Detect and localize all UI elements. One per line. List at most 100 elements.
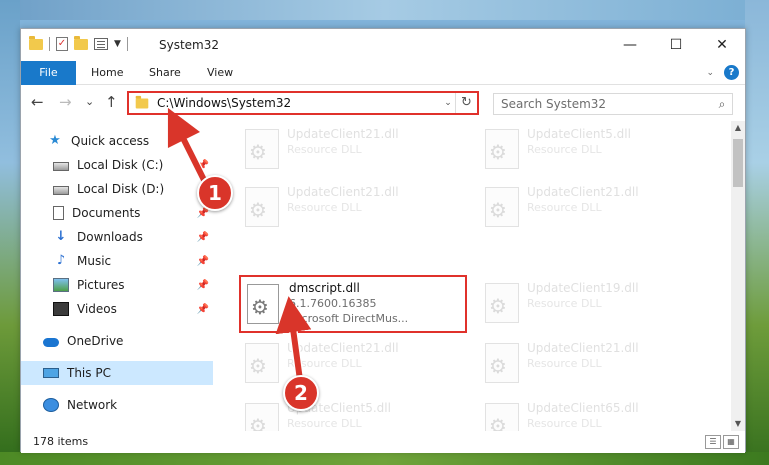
file-description: Microsoft DirectMus... — [289, 312, 409, 325]
pin-icon: 📌 — [196, 279, 209, 291]
scroll-down-arrow-icon[interactable]: ▼ — [731, 417, 745, 431]
network-icon — [43, 398, 59, 412]
file-name: UpdateClient21.dll — [287, 185, 399, 199]
file-tile[interactable]: UpdateClient21.dll Resource DLL — [239, 123, 469, 175]
dll-file-icon — [245, 403, 279, 431]
ribbon-tabs: File Home Share View ⌄ ? — [21, 61, 745, 85]
properties-check-icon[interactable]: ✓ — [56, 37, 68, 51]
file-explorer-window: ✓ ▼ System32 — ☐ ✕ File Home Share View … — [20, 28, 746, 453]
status-bar: 178 items ☰ ▦ — [21, 431, 745, 453]
tab-share[interactable]: Share — [137, 61, 193, 85]
file-name: UpdateClient65.dll — [527, 401, 639, 415]
sidebar-item-label: OneDrive — [67, 334, 124, 348]
dll-file-icon — [485, 187, 519, 227]
close-button[interactable]: ✕ — [699, 29, 745, 61]
address-bar[interactable]: C:\Windows\System32 ⌄ ↻ — [127, 91, 479, 115]
file-tile[interactable]: UpdateClient19.dll Resource DLL — [479, 277, 709, 329]
address-dropdown-chevron-icon[interactable]: ⌄ — [441, 98, 455, 108]
search-box[interactable]: Search System32 ⌕ — [493, 93, 733, 115]
sidebar-item-local-disk-c[interactable]: Local Disk (C:) 📌 — [21, 153, 213, 177]
highlighted-file-tile[interactable]: dmscript.dll 6.1.7600.16385 Microsoft Di… — [239, 275, 467, 333]
item-count: 178 items — [33, 435, 89, 448]
minimize-button[interactable]: — — [607, 29, 653, 61]
customize-toolbar-chevron-icon[interactable]: ▼ — [114, 39, 121, 49]
file-tile[interactable]: UpdateClient21.dll Resource DLL — [479, 181, 709, 233]
drive-icon — [53, 185, 69, 195]
refresh-icon[interactable]: ↻ — [455, 93, 477, 113]
dll-file-icon — [245, 187, 279, 227]
details-view-icon[interactable]: ☰ — [705, 435, 721, 449]
sidebar-item-quick-access[interactable]: ★ Quick access — [21, 129, 213, 153]
large-icons-view-icon[interactable]: ▦ — [723, 435, 739, 449]
dll-file-icon — [245, 343, 279, 383]
file-tile[interactable]: UpdateClient5.dll Resource DLL — [479, 123, 709, 175]
file-name: UpdateClient21.dll — [527, 185, 639, 199]
desktop-background-left — [0, 0, 20, 465]
forward-arrow-icon[interactable]: → — [59, 93, 72, 111]
callout-badge-1: 1 — [197, 175, 233, 211]
search-input[interactable]: Search System32 — [501, 97, 712, 111]
sidebar-item-documents[interactable]: Documents 📌 — [21, 201, 213, 225]
sidebar-item-label: Local Disk (D:) — [77, 182, 165, 196]
sidebar-item-music[interactable]: ♪ Music 📌 — [21, 249, 213, 273]
file-name: UpdateClient5.dll — [527, 127, 631, 141]
scrollbar-thumb[interactable] — [733, 139, 743, 187]
sidebar-item-label: This PC — [67, 366, 111, 380]
file-tile[interactable]: UpdateClient21.dll Resource DLL — [239, 337, 469, 389]
sidebar-item-onedrive[interactable]: OneDrive — [21, 329, 213, 353]
file-tile[interactable]: UpdateClient21.dll Resource DLL — [479, 337, 709, 389]
dll-file-icon — [485, 343, 519, 383]
file-version: 6.1.7600.16385 — [289, 297, 377, 310]
file-name: UpdateClient21.dll — [287, 127, 399, 141]
folder-icon[interactable] — [29, 35, 43, 50]
dll-file-icon — [485, 283, 519, 323]
sidebar-item-downloads[interactable]: ↓ Downloads 📌 — [21, 225, 213, 249]
file-type: Resource DLL — [527, 143, 602, 156]
quick-access-star-icon: ★ — [49, 133, 61, 148]
drive-icon — [53, 161, 69, 171]
address-path[interactable]: C:\Windows\System32 — [157, 96, 441, 110]
file-type: Resource DLL — [527, 201, 602, 214]
desktop-background-bottom — [0, 452, 769, 465]
file-tile[interactable]: UpdateClient65.dll Resource DLL — [479, 397, 709, 431]
back-arrow-icon[interactable]: ← — [31, 93, 44, 111]
pin-icon: 📌 — [196, 159, 209, 171]
expand-ribbon-chevron-icon[interactable]: ⌄ — [706, 68, 714, 78]
window-controls: — ☐ ✕ — [607, 29, 745, 61]
file-tile[interactable]: UpdateClient21.dll Resource DLL — [239, 181, 469, 233]
toolbar-divider — [49, 37, 50, 51]
recent-locations-chevron-icon[interactable]: ⌄ — [85, 95, 94, 108]
new-folder-icon[interactable] — [74, 35, 88, 50]
tab-file[interactable]: File — [21, 61, 76, 85]
up-arrow-icon[interactable]: ↑ — [105, 93, 118, 111]
sidebar-item-local-disk-d[interactable]: Local Disk (D:) 📌 — [21, 177, 213, 201]
sidebar-item-label: Videos — [77, 302, 117, 316]
vertical-scrollbar[interactable]: ▲ ▼ — [731, 121, 745, 431]
sidebar-item-pictures[interactable]: Pictures 📌 — [21, 273, 213, 297]
maximize-button[interactable]: ☐ — [653, 29, 699, 61]
scroll-up-arrow-icon[interactable]: ▲ — [731, 121, 745, 135]
sidebar-item-label: Documents — [72, 206, 141, 220]
help-icon[interactable]: ? — [724, 65, 739, 80]
view-properties-icon[interactable] — [94, 38, 108, 50]
file-tile[interactable]: UpdateClient5.dll Resource DLL — [239, 397, 469, 431]
tab-view[interactable]: View — [195, 61, 245, 85]
title-bar: ✓ ▼ System32 — ☐ ✕ — [21, 29, 745, 61]
dll-file-icon — [245, 129, 279, 169]
desktop-background-top — [0, 0, 769, 20]
pictures-icon — [53, 278, 69, 292]
file-type: Resource DLL — [287, 417, 362, 430]
sidebar-item-videos[interactable]: Videos 📌 — [21, 297, 213, 321]
sidebar-item-network[interactable]: Network — [21, 393, 213, 417]
navigation-bar: ← → ⌄ ↑ C:\Windows\System32 ⌄ ↻ Search S… — [21, 85, 745, 121]
quick-access-toolbar: ✓ ▼ — [29, 35, 128, 51]
file-type: Resource DLL — [527, 357, 602, 370]
documents-icon — [53, 206, 64, 220]
pin-icon: 📌 — [196, 255, 209, 267]
music-icon: ♪ — [56, 253, 66, 268]
sidebar-item-this-pc[interactable]: This PC — [21, 361, 213, 385]
toolbar-divider — [126, 37, 128, 51]
tab-home[interactable]: Home — [79, 61, 135, 85]
search-icon[interactable]: ⌕ — [712, 97, 732, 112]
sidebar-item-label: Downloads — [77, 230, 143, 244]
